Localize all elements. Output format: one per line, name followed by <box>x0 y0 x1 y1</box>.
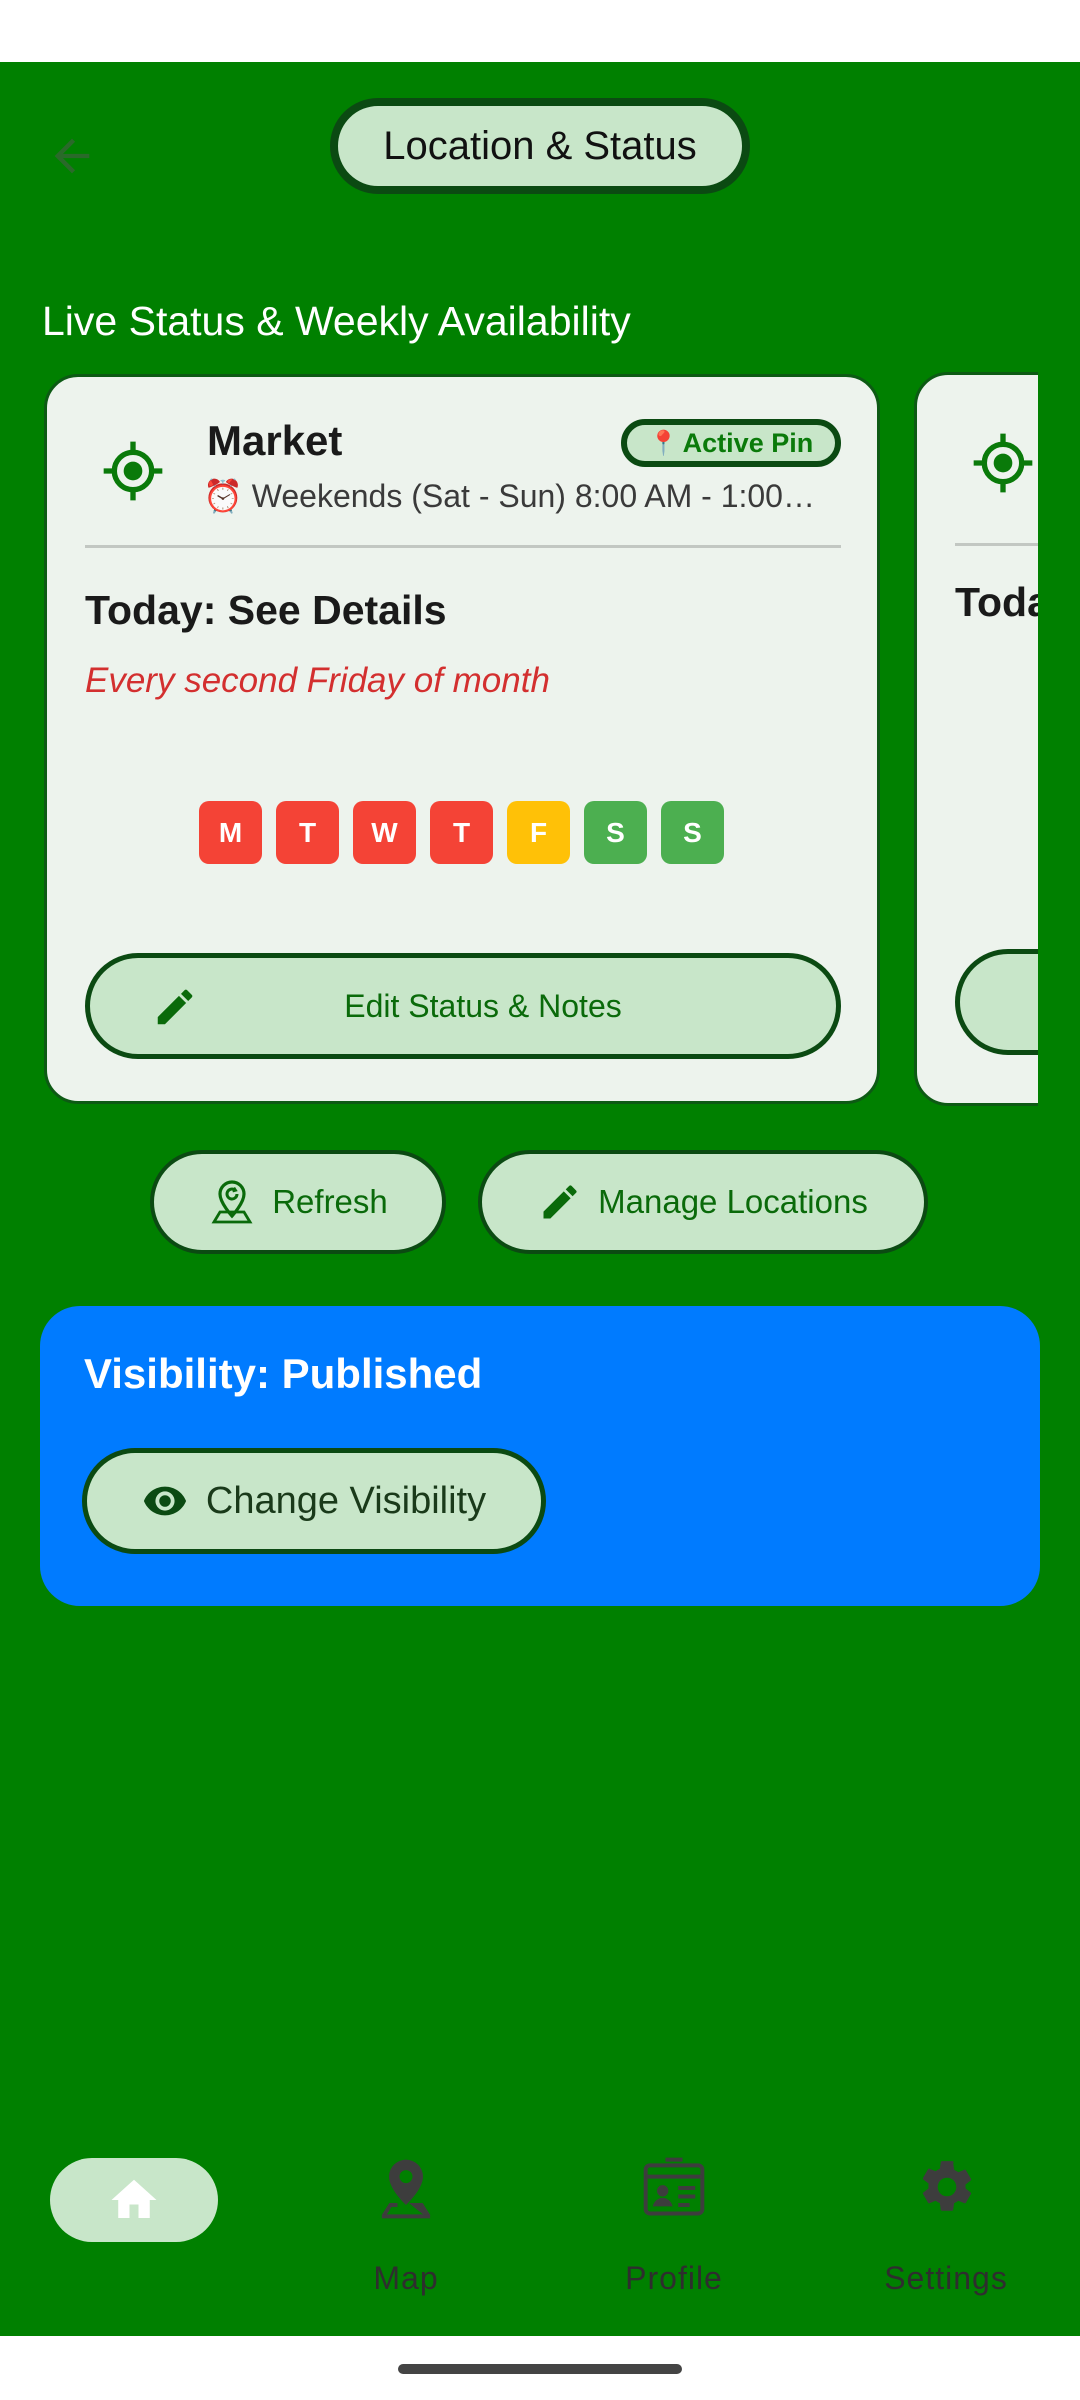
gps-target-icon <box>103 441 163 501</box>
today-status: Today: See Details <box>85 587 447 633</box>
location-card[interactable]: Market ⏰ Weekends (Sat - Sun) 8:00 AM - … <box>44 374 880 1104</box>
day-chip-wed: W <box>353 801 416 864</box>
day-chip-mon: M <box>199 801 262 864</box>
change-visibility-button[interactable]: Change Visibility <box>82 1448 546 1554</box>
manage-locations-button[interactable]: Manage Locations <box>478 1150 928 1254</box>
eye-icon <box>143 1486 186 1516</box>
edit-status-label: Edit Status & Notes <box>344 987 622 1024</box>
nav-map[interactable]: Map <box>296 2152 516 2332</box>
gear-icon <box>922 2161 972 2211</box>
gps-target-icon <box>973 433 1033 493</box>
day-chip-sat: S <box>584 801 647 864</box>
pencil-icon <box>543 1185 577 1219</box>
card-divider <box>955 543 1038 546</box>
pin-icon: 📍 <box>648 429 679 457</box>
visibility-card: Visibility: Published Change Visibility <box>40 1306 1040 1606</box>
day-chip-tue: T <box>276 801 339 864</box>
edit-status-button[interactable] <box>955 949 1038 1055</box>
active-pin-badge: 📍 Active Pin <box>621 419 841 467</box>
location-card-next[interactable]: Toda <box>914 372 1038 1106</box>
map-pin-icon <box>381 2159 431 2219</box>
nav-settings[interactable]: Settings <box>836 2152 1056 2332</box>
home-indicator[interactable] <box>398 2364 682 2374</box>
location-hours: ⏰ Weekends (Sat - Sun) 8:00 AM - 1:00 PM <box>203 478 823 514</box>
app-screen: Location & Status Live Status & Weekly A… <box>0 62 1080 2336</box>
location-refresh-icon <box>211 1180 253 1224</box>
nav-map-label: Map <box>373 2260 439 2296</box>
today-status: Toda <box>955 579 1038 625</box>
card-divider <box>85 545 841 548</box>
profile-card-icon <box>643 2157 705 2216</box>
edit-status-button[interactable]: Edit Status & Notes <box>85 953 841 1059</box>
change-visibility-label: Change Visibility <box>205 1479 487 1522</box>
location-name: Market <box>207 417 343 464</box>
nav-profile-label: Profile <box>625 2260 723 2296</box>
nav-home[interactable] <box>50 2158 218 2242</box>
active-pin-label: Active Pin <box>682 427 814 458</box>
visibility-title: Visibility: Published <box>84 1350 483 1397</box>
home-icon <box>111 2179 157 2218</box>
weekday-indicators: M T W T F S S <box>199 801 724 864</box>
status-bar <box>0 0 1080 62</box>
status-cards-carousel[interactable]: Market ⏰ Weekends (Sat - Sun) 8:00 AM - … <box>0 62 1038 1162</box>
nav-profile[interactable]: Profile <box>564 2152 784 2332</box>
schedule-note: Every second Friday of month <box>85 661 550 700</box>
refresh-button[interactable]: Refresh <box>150 1150 446 1254</box>
nav-settings-label: Settings <box>884 2260 1008 2296</box>
day-chip-sun: S <box>661 801 724 864</box>
day-chip-fri: F <box>507 801 570 864</box>
manage-locations-label: Manage Locations <box>598 1183 868 1220</box>
day-chip-thu: T <box>430 801 493 864</box>
refresh-label: Refresh <box>272 1183 388 1220</box>
